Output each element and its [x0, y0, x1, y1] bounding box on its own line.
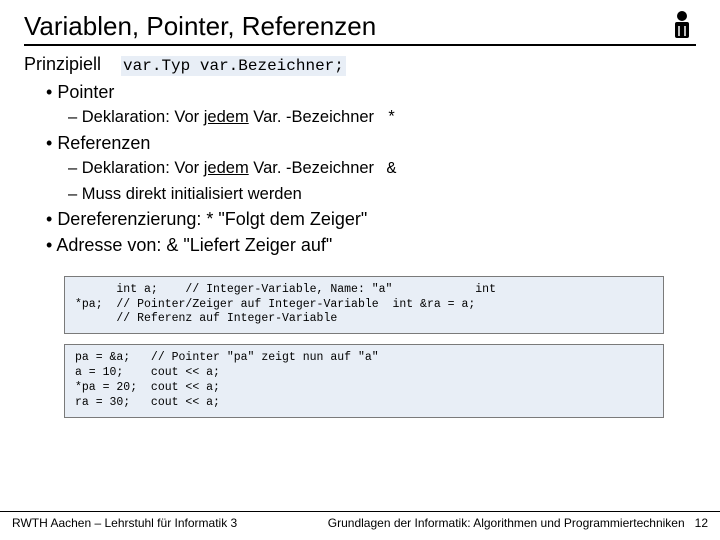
- intro-line: Prinzipiell var.Typ var.Bezeichner;: [24, 52, 696, 78]
- ref-init-text: Muss direkt initialisiert werden: [82, 185, 302, 203]
- page-title: Variablen, Pointer, Referenzen: [24, 11, 376, 42]
- ref-decl-line: Deklaration: Vor jedem Var. -Bezeichner …: [68, 157, 696, 180]
- code-block-usage: pa = &a; // Pointer "pa" zeigt nun auf "…: [64, 344, 664, 418]
- pointer-symbol: *: [387, 107, 405, 129]
- ref-symbol: &: [387, 158, 405, 180]
- footer: RWTH Aachen – Lehrstuhl für Informatik 3…: [0, 511, 720, 530]
- deref-text: Dereferenzierung: * "Folgt dem Zeiger": [57, 209, 367, 229]
- ref-init-line: Muss direkt initialisiert werden: [68, 183, 696, 205]
- person-icon: [668, 10, 696, 40]
- ref-heading-text: Referenzen: [57, 133, 150, 153]
- footer-left: RWTH Aachen – Lehrstuhl für Informatik 3: [12, 516, 237, 530]
- pointer-heading: Pointer: [46, 80, 696, 104]
- slide: Variablen, Pointer, Referenzen Prinzipie…: [0, 0, 720, 540]
- pointer-decl-line: Deklaration: Vor jedem Var. -Bezeichner …: [68, 106, 696, 129]
- pointer-heading-text: Pointer: [57, 82, 114, 102]
- pointer-decl-underlined: jedem: [204, 108, 249, 126]
- ref-decl-underlined: jedem: [204, 159, 249, 177]
- intro-word: Prinzipiell: [24, 54, 101, 74]
- footer-right-group: Grundlagen der Informatik: Algorithmen u…: [328, 516, 708, 530]
- addr-line: Adresse von: & "Liefert Zeiger auf": [46, 233, 696, 257]
- addr-text: Adresse von: & "Liefert Zeiger auf": [56, 235, 332, 255]
- ref-decl-suffix: Var. -Bezeichner: [249, 159, 374, 177]
- code-block-declarations: int a; // Integer-Variable, Name: "a" in…: [64, 276, 664, 335]
- page-number: 12: [695, 516, 708, 530]
- ref-heading: Referenzen: [46, 131, 696, 155]
- intro-code: var.Typ var.Bezeichner;: [121, 56, 346, 76]
- pointer-decl-suffix: Var. -Bezeichner: [249, 108, 374, 126]
- footer-right: Grundlagen der Informatik: Algorithmen u…: [328, 516, 685, 530]
- slide-body: Prinzipiell var.Typ var.Bezeichner; Poin…: [24, 52, 696, 418]
- ref-decl-prefix: Deklaration: Vor: [82, 159, 204, 177]
- deref-line: Dereferenzierung: * "Folgt dem Zeiger": [46, 207, 696, 231]
- title-row: Variablen, Pointer, Referenzen: [24, 10, 696, 46]
- pointer-decl-prefix: Deklaration: Vor: [82, 108, 204, 126]
